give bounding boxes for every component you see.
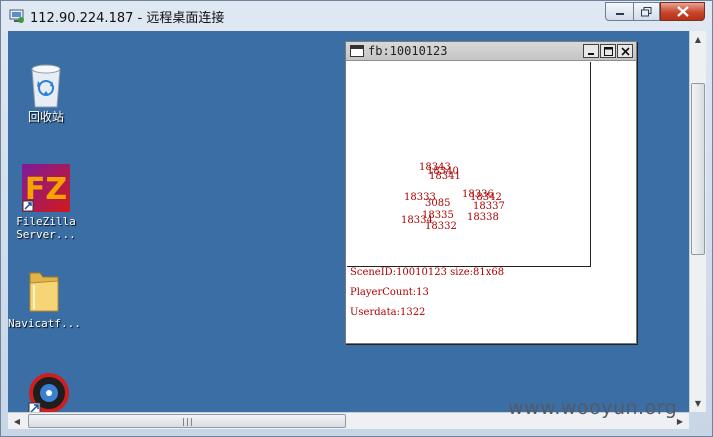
player-label: 18332: [425, 221, 457, 232]
close-icon: [620, 46, 630, 56]
player-count: PlayerCount:13: [350, 287, 429, 298]
remote-desktop-area[interactable]: 回收站 FZ FileZilla Server... Navicatf... f…: [8, 31, 689, 412]
desktop-icon-recycle-bin[interactable]: 回收站: [10, 61, 82, 124]
scroll-grip-icon: |||: [181, 416, 193, 426]
player-label: 18337: [473, 201, 505, 212]
vertical-scrollbar[interactable]: ▲ ▼: [689, 31, 706, 412]
window-menu-icon[interactable]: [350, 45, 364, 57]
desktop-icon-label: Navicatf...: [8, 317, 81, 330]
vertical-scroll-thumb[interactable]: [691, 83, 705, 255]
scroll-left-arrow-icon[interactable]: ◀: [9, 413, 25, 429]
desktop-icon-label: FileZilla: [16, 215, 76, 228]
player-label: 18338: [467, 212, 499, 223]
app-shortcut-icon: [28, 373, 69, 412]
desktop-icon-label: Server...: [16, 228, 76, 241]
player-label: 3085: [425, 198, 451, 209]
minimize-icon: [588, 53, 594, 55]
recycle-bin-icon: [31, 64, 61, 108]
desktop-icon-label: 回收站: [27, 110, 64, 124]
filezilla-icon: FZ: [22, 164, 70, 212]
fb-window[interactable]: fb:10010123 18343 18340 18341 18336 1834…: [345, 41, 637, 344]
minimize-icon: [615, 12, 624, 15]
folder-icon: [29, 272, 59, 312]
fb-minimize-button[interactable]: [583, 44, 599, 58]
horizontal-scroll-thumb[interactable]: |||: [28, 414, 346, 428]
scroll-down-arrow-icon[interactable]: ▼: [690, 395, 706, 411]
userdata-info: Userdata:1322: [350, 307, 426, 318]
window-titlebar[interactable]: 112.90.224.187 - 远程桌面连接: [1, 1, 712, 31]
watermark: www.wooyun.org: [508, 397, 678, 419]
scroll-up-arrow-icon[interactable]: ▲: [690, 31, 706, 47]
fb-window-title: fb:10010123: [368, 44, 448, 58]
maximize-button[interactable]: [633, 2, 660, 21]
maximize-icon: [603, 46, 613, 56]
fb-close-button[interactable]: [617, 44, 633, 58]
desktop-icon-filezilla[interactable]: FZ FileZilla Server...: [10, 163, 82, 241]
scene-info: SceneID:10010123 size:81x68: [350, 267, 505, 278]
scene-map: 18343 18340 18341 18336 18342 18333 3085…: [347, 62, 591, 267]
restore-icon: [641, 6, 652, 16]
fb-maximize-button[interactable]: [600, 44, 616, 58]
fb-window-titlebar[interactable]: fb:10010123: [346, 42, 636, 61]
desktop-icon-app[interactable]: [10, 371, 82, 412]
minimize-button[interactable]: [605, 2, 634, 21]
window-title: 112.90.224.187 - 远程桌面连接: [30, 11, 225, 26]
remote-desktop-icon[interactable]: [9, 8, 25, 24]
close-button[interactable]: [660, 2, 705, 21]
close-icon: [676, 6, 689, 17]
desktop-icon-navicat-folder[interactable]: Navicatf...: [8, 267, 81, 330]
player-label: 18341: [429, 171, 461, 182]
remote-desktop-window: 112.90.224.187 - 远程桌面连接 回收站 FZ FileZilla…: [0, 0, 713, 437]
